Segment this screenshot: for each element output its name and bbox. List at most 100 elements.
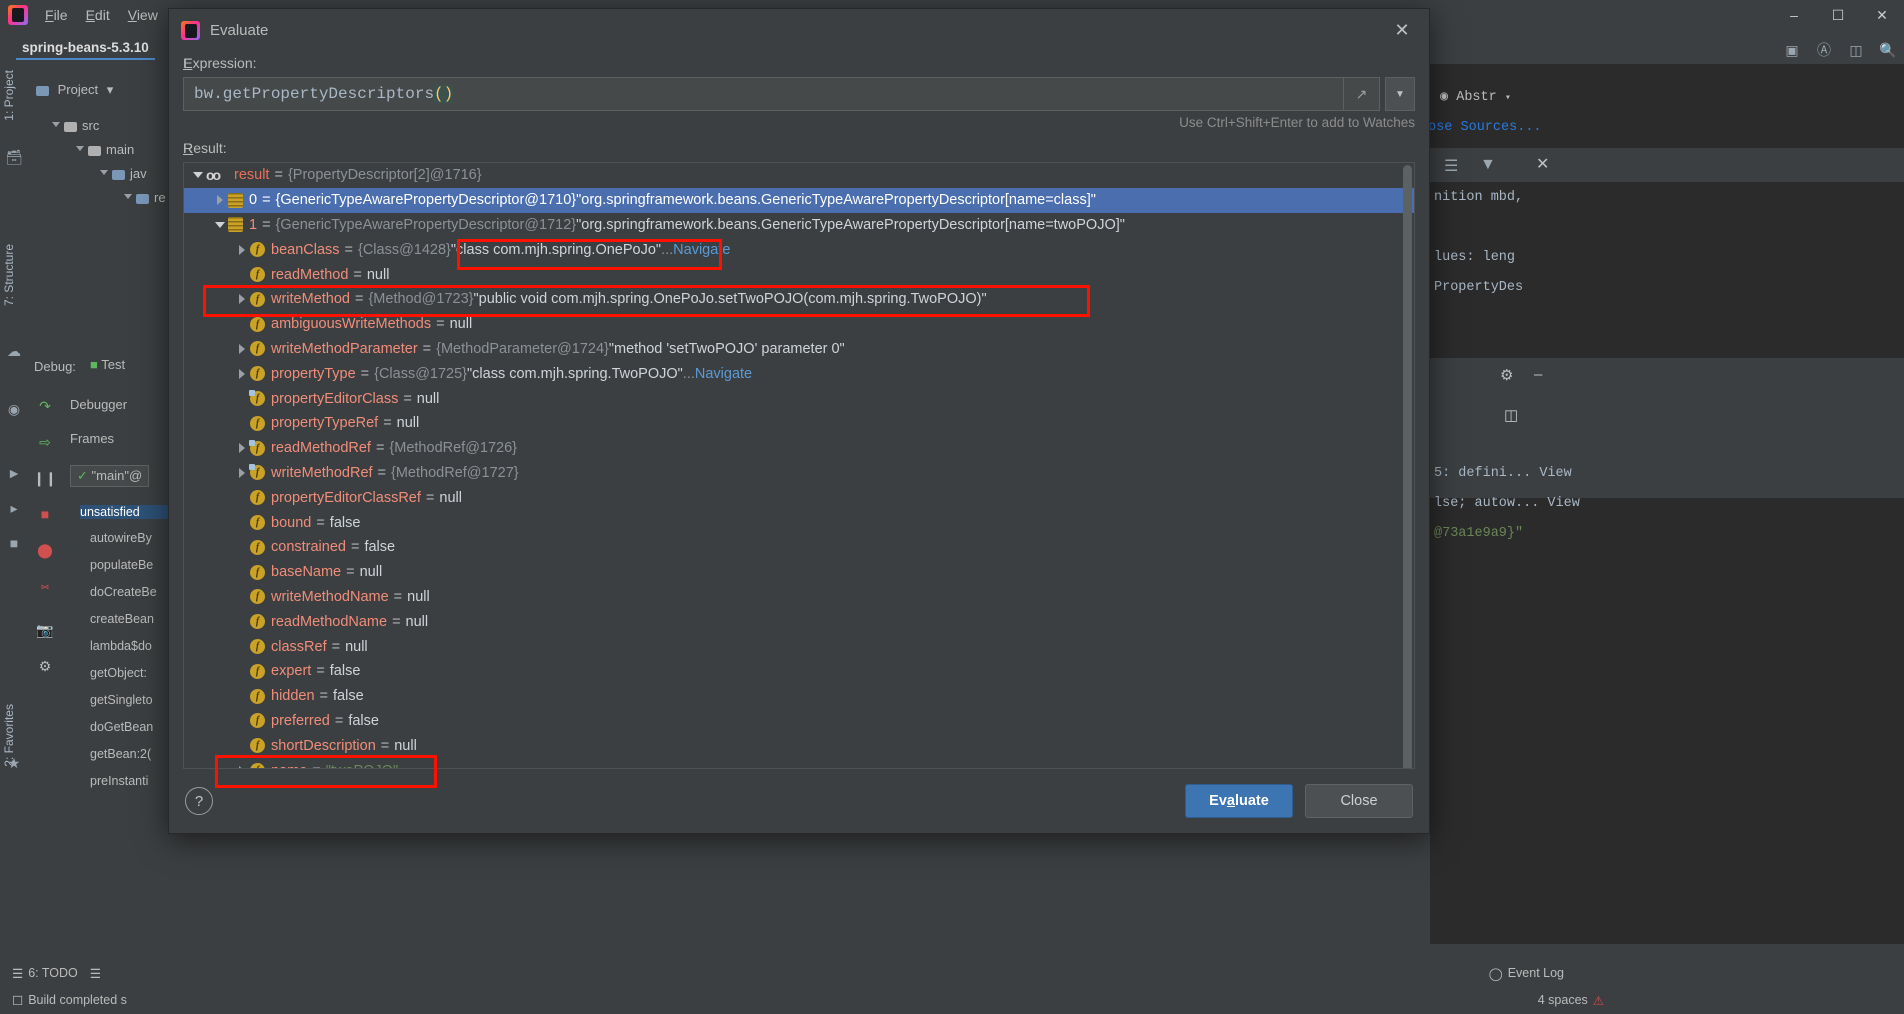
dialog-close-icon[interactable]: ✕ <box>1387 15 1417 45</box>
tree-node-main[interactable]: main <box>76 142 134 157</box>
layout-icon[interactable]: ◫ <box>1504 406 1518 424</box>
window-close-icon[interactable]: ✕ <box>1860 0 1904 30</box>
choose-sources-link[interactable]: oose Sources... <box>1420 120 1542 135</box>
chevron-right-icon[interactable] <box>234 343 250 354</box>
tree-node-java[interactable]: jav <box>100 166 147 181</box>
cloud-explorer-icon[interactable]: ☁ <box>5 342 23 360</box>
chevron-right-icon[interactable] <box>234 294 250 305</box>
tree-row[interactable]: f readMethod = null <box>184 262 1414 287</box>
debug-config-name[interactable]: ■ Test <box>90 357 125 372</box>
tree-row[interactable]: f bound = false <box>184 510 1414 535</box>
tree-row[interactable]: f constrained = false <box>184 535 1414 560</box>
tree-row[interactable]: f ambiguousWriteMethods = null <box>184 312 1414 337</box>
chevron-right-icon[interactable] <box>234 765 250 768</box>
tree-row[interactable]: f writeMethodParameter = {MethodParameter@1… <box>184 337 1414 362</box>
tab-debugger[interactable]: Debugger <box>70 397 127 412</box>
run-icon[interactable]: ► <box>5 464 23 482</box>
chevron-right-icon[interactable] <box>212 195 228 206</box>
list-icon[interactable]: ☰ <box>1444 156 1458 176</box>
expression-input[interactable]: bw.getPropertyDescriptors() <box>183 77 1344 111</box>
tree-row[interactable]: f readMethodName = null <box>184 609 1414 634</box>
thread-selector[interactable]: ✓ "main"@ <box>70 465 150 487</box>
todo-tool-tab[interactable]: ☰ 6: TODO <box>12 966 78 981</box>
star-icon[interactable]: ★ <box>5 754 23 772</box>
minimize-panel-icon[interactable]: – <box>1534 366 1542 383</box>
tree-node-re[interactable]: re <box>124 190 166 205</box>
tree-node-src[interactable]: src <box>52 118 99 133</box>
frame-row[interactable]: lambda$do <box>90 639 152 653</box>
step-over-icon[interactable]: ⇨ <box>34 431 56 453</box>
tool-tab-structure[interactable]: 7: Structure <box>2 244 16 306</box>
chevron-down-icon[interactable] <box>190 172 206 179</box>
translate-icon[interactable]: Ⓐ <box>1811 39 1837 61</box>
terminal-tool-tab[interactable]: ☰ <box>90 966 101 981</box>
close-button[interactable]: Close <box>1305 784 1413 818</box>
navigate-link[interactable]: Navigate <box>673 242 730 258</box>
tree-row[interactable]: oo result = {PropertyDescriptor[2]@1716} <box>184 163 1414 188</box>
event-log-tab[interactable]: ◯ Event Log <box>1489 966 1564 981</box>
menu-view[interactable]: View <box>119 3 167 27</box>
frame-row[interactable]: getSingleto <box>90 693 153 707</box>
expression-history-dropdown-icon[interactable]: ▼ <box>1385 77 1415 111</box>
frame-row[interactable]: createBean <box>90 612 154 626</box>
tree-row[interactable]: f expert = false <box>184 659 1414 684</box>
frame-row[interactable]: autowireBy <box>90 531 152 545</box>
camera-icon[interactable]: 📷 <box>34 619 56 641</box>
help-icon[interactable]: ? <box>185 787 213 815</box>
frame-row[interactable]: preInstanti <box>90 774 148 788</box>
disable-breakpoints-icon[interactable]: ⑅ <box>34 575 56 597</box>
mute-breakpoints-icon[interactable]: ⬤ <box>34 539 56 561</box>
frame-row[interactable]: getObject: <box>90 666 147 680</box>
evaluate-button[interactable]: Ev a luate <box>1185 784 1293 818</box>
maximize-icon[interactable]: ☐ <box>1816 0 1860 30</box>
chevron-right-icon[interactable] <box>234 443 250 454</box>
alibaba-icon[interactable]: ◉ <box>5 400 23 418</box>
tree-row[interactable]: f writeMethod = {Method@1723} "public void … <box>184 287 1414 312</box>
tree-row[interactable]: f propertyEditorClassRef = null <box>184 485 1414 510</box>
settings-gear-icon[interactable]: ⚙ <box>34 655 56 677</box>
result-scrollbar[interactable] <box>1403 165 1412 768</box>
tree-row[interactable]: f preferred = false <box>184 709 1414 734</box>
tree-row[interactable]: f shortDescription = null <box>184 733 1414 758</box>
tree-row[interactable]: f classRef = null <box>184 634 1414 659</box>
tree-row[interactable]: f propertyType = {Class@1725} "class com.mj… <box>184 361 1414 386</box>
pause-icon[interactable]: ❙❙ <box>33 467 56 489</box>
result-tree[interactable]: oo result = {PropertyDescriptor[2]@1716} 0 ={… <box>184 163 1414 768</box>
frame-row[interactable]: doCreateBe <box>90 585 157 599</box>
tree-row[interactable]: f baseName = null <box>184 560 1414 585</box>
navigate-link[interactable]: Navigate <box>695 366 752 382</box>
close-panel-icon[interactable]: ✕ <box>1536 154 1549 174</box>
gear-icon[interactable]: ⚙ <box>1500 366 1513 384</box>
run-config-icon[interactable]: ▣ <box>1779 39 1805 61</box>
menu-edit[interactable]: Edit <box>77 3 119 27</box>
minimize-icon[interactable]: – <box>1772 0 1816 30</box>
tool-tab-project[interactable]: 1: Project <box>2 70 16 121</box>
chevron-right-icon[interactable] <box>234 244 250 255</box>
tree-row[interactable]: f propertyTypeRef = null <box>184 411 1414 436</box>
expand-editor-icon[interactable]: ↗ <box>1344 77 1380 111</box>
abstract-breadcrumb[interactable]: ◉ Abstr ▾ <box>1440 88 1511 105</box>
chevron-right-icon[interactable] <box>234 368 250 379</box>
terminal-icon[interactable]: ■ <box>5 534 23 552</box>
tree-row[interactable]: f propertyEditorClass = null <box>184 386 1414 411</box>
tab-spring-beans[interactable]: spring-beans-5.3.10 <box>16 37 155 60</box>
tree-row[interactable]: f name = "twoPOJO" <box>184 758 1414 768</box>
tree-row[interactable]: 1 = {GenericTypeAwarePropertyDescriptor@17… <box>184 213 1414 238</box>
database-icon[interactable]: 🗃 <box>5 148 23 166</box>
frame-row[interactable]: populateBe <box>90 558 153 572</box>
resume-icon[interactable]: ↷ <box>34 395 56 417</box>
project-header[interactable]: Project ▾ <box>36 82 113 98</box>
tree-row[interactable]: f hidden = false <box>184 684 1414 709</box>
frame-row[interactable]: unsatisfied <box>80 505 168 519</box>
tab-frames[interactable]: Frames <box>70 431 114 446</box>
preview-icon[interactable]: ◫ <box>1843 39 1869 61</box>
chevron-down-icon[interactable] <box>212 221 228 228</box>
filter-icon[interactable]: ▼ <box>1480 156 1496 174</box>
tree-row[interactable]: f readMethodRef = {MethodRef@1726} <box>184 436 1414 461</box>
tree-row[interactable]: 0 = {GenericTypeAwarePropertyDescriptor@17… <box>184 187 1414 213</box>
tree-row[interactable]: f beanClass = {Class@1428} "class com.mjh.s… <box>184 237 1414 262</box>
tree-row[interactable]: f writeMethodRef = {MethodRef@1727} <box>184 461 1414 486</box>
frame-row[interactable]: doGetBean <box>90 720 153 734</box>
chevron-right-icon[interactable] <box>234 467 250 478</box>
indent-status[interactable]: 4 spaces ⚠ <box>1538 993 1604 1008</box>
